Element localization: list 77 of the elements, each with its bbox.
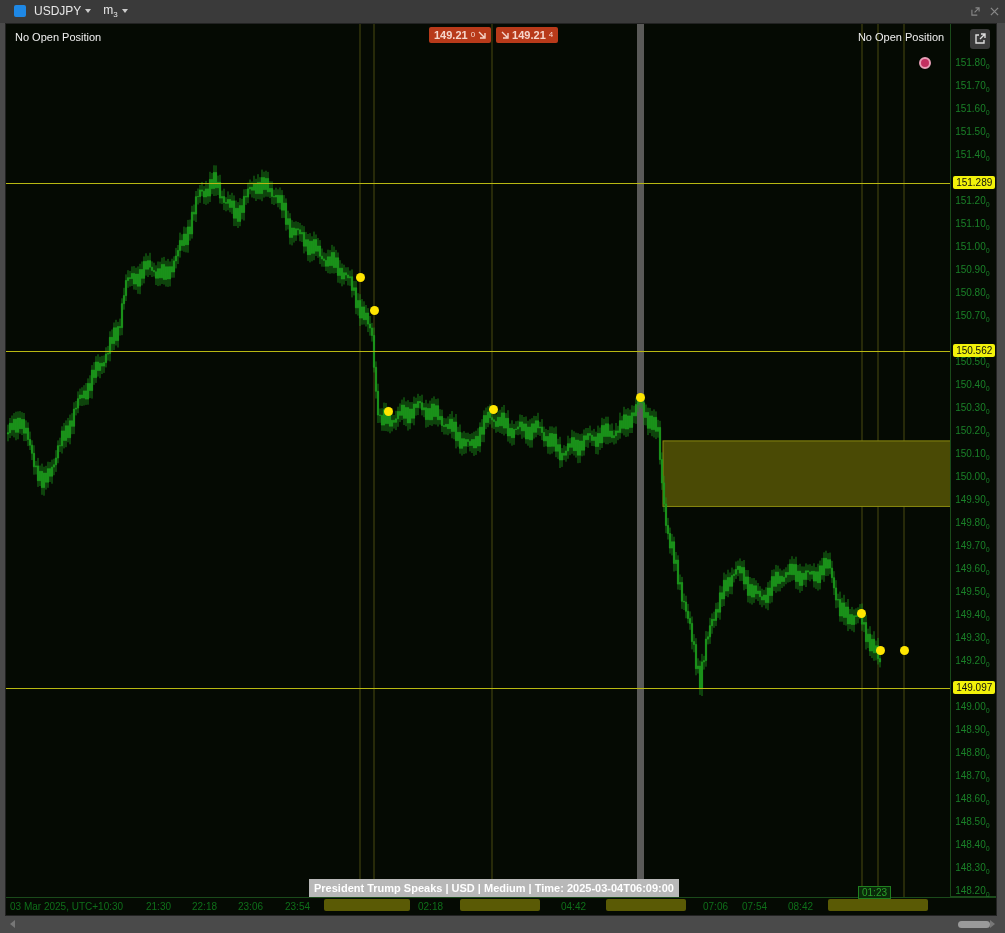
popout-icon bbox=[974, 32, 987, 45]
price-label: 150.20$_{0}$ bbox=[955, 424, 990, 438]
price-label: 151.50$_{0}$ bbox=[955, 125, 990, 139]
event-dot[interactable] bbox=[900, 646, 909, 656]
price-label: 149.20$_{0}$ bbox=[955, 654, 990, 668]
price-label: 150.50$_{0}$ bbox=[955, 355, 990, 369]
time-label: 04:42 bbox=[561, 900, 587, 912]
time-label: 22:18 bbox=[192, 900, 218, 912]
price-label: 148.70$_{0}$ bbox=[955, 769, 990, 783]
price-label: 150.00$_{0}$ bbox=[955, 470, 990, 484]
record-icon[interactable] bbox=[919, 56, 931, 69]
price-label: 151.00$_{0}$ bbox=[955, 240, 990, 254]
event-dot[interactable] bbox=[489, 404, 498, 414]
app-logo-icon bbox=[14, 5, 26, 18]
buy-button[interactable]: 149.21 4 bbox=[496, 26, 559, 43]
price-label: 149.50$_{0}$ bbox=[955, 585, 990, 599]
price-label: 151.80$_{0}$ bbox=[955, 56, 990, 70]
price-label: 151.10$_{0}$ bbox=[955, 217, 990, 231]
price-label: 150.10$_{0}$ bbox=[955, 447, 990, 461]
caret-icon bbox=[121, 9, 128, 14]
price-label: 150.30$_{0}$ bbox=[955, 401, 990, 415]
price-label: 151.70$_{0}$ bbox=[955, 79, 990, 93]
close-icon[interactable] bbox=[990, 6, 999, 16]
level-price-tag: 149.097 bbox=[953, 680, 996, 694]
level-line[interactable] bbox=[6, 687, 951, 689]
caret-icon bbox=[85, 9, 92, 14]
position-status: No Open Position bbox=[857, 30, 945, 43]
time-label: 02:18 bbox=[418, 900, 444, 912]
price-label: 150.80$_{0}$ bbox=[955, 286, 990, 300]
level-price-tag: 151.289 bbox=[953, 176, 996, 190]
event-dot[interactable] bbox=[636, 393, 645, 403]
price-label: 148.20$_{0}$ bbox=[955, 884, 990, 898]
cursor-time-label: 01:23 bbox=[858, 885, 892, 899]
price-label: 148.50$_{0}$ bbox=[955, 815, 990, 829]
price-label: 150.90$_{0}$ bbox=[955, 263, 990, 277]
level-line[interactable] bbox=[6, 350, 951, 352]
event-dot[interactable] bbox=[857, 609, 866, 619]
price-label: 149.60$_{0}$ bbox=[955, 562, 990, 576]
price-label: 148.90$_{0}$ bbox=[955, 723, 990, 737]
time-label: 23:06 bbox=[238, 900, 264, 912]
price-label: 149.40$_{0}$ bbox=[955, 608, 990, 622]
position-status: No Open Position bbox=[15, 30, 102, 43]
price-label: 151.20$_{0}$ bbox=[955, 194, 990, 208]
price-label: 149.30$_{0}$ bbox=[955, 631, 990, 645]
undock-icon[interactable] bbox=[971, 6, 980, 16]
price-label: 149.70$_{0}$ bbox=[955, 539, 990, 553]
scrollbar-thumb[interactable] bbox=[958, 920, 990, 928]
time-label: 07:54 bbox=[742, 900, 768, 912]
price-label: 148.60$_{0}$ bbox=[955, 792, 990, 806]
price-label: 151.40$_{0}$ bbox=[955, 148, 990, 162]
event-dot[interactable] bbox=[384, 406, 393, 416]
price-label: 148.40$_{0}$ bbox=[955, 838, 990, 852]
price-label: 149.90$_{0}$ bbox=[955, 493, 990, 507]
level-line[interactable] bbox=[6, 183, 951, 185]
price-label: 150.40$_{0}$ bbox=[955, 378, 990, 392]
arrow-icon bbox=[478, 30, 487, 39]
popout-button[interactable] bbox=[970, 28, 991, 49]
event-dot[interactable] bbox=[356, 273, 365, 283]
price-label: 148.30$_{0}$ bbox=[955, 861, 990, 875]
price-label: 150.70$_{0}$ bbox=[955, 309, 990, 323]
arrow-icon bbox=[501, 30, 510, 39]
price-label: 148.80$_{0}$ bbox=[955, 746, 990, 760]
price-label: 149.00$_{0}$ bbox=[955, 700, 990, 714]
sell-button[interactable]: 149.21 0 bbox=[429, 26, 492, 43]
timeframe-dropdown[interactable]: m$_{3}$ bbox=[99, 3, 132, 20]
event-tooltip: President Trump Speaks | USD | Medium | Time: 2025-03-04T06:09:00 bbox=[309, 878, 679, 897]
price-label: 151.60$_{0}$ bbox=[955, 102, 990, 116]
time-label: 07:06 bbox=[703, 900, 729, 912]
symbol-dropdown[interactable]: USDJPY bbox=[30, 4, 96, 19]
time-label: 23:54 bbox=[285, 900, 311, 912]
level-price-tag: 150.562 bbox=[953, 343, 996, 357]
event-dot[interactable] bbox=[370, 305, 379, 315]
event-dot[interactable] bbox=[876, 646, 885, 656]
time-label: 03 Mar 2025, UTC+10:30 bbox=[10, 900, 124, 912]
time-label: 21:30 bbox=[146, 900, 172, 912]
time-label: 08:42 bbox=[788, 900, 814, 912]
price-label: 149.80$_{0}$ bbox=[955, 516, 990, 530]
